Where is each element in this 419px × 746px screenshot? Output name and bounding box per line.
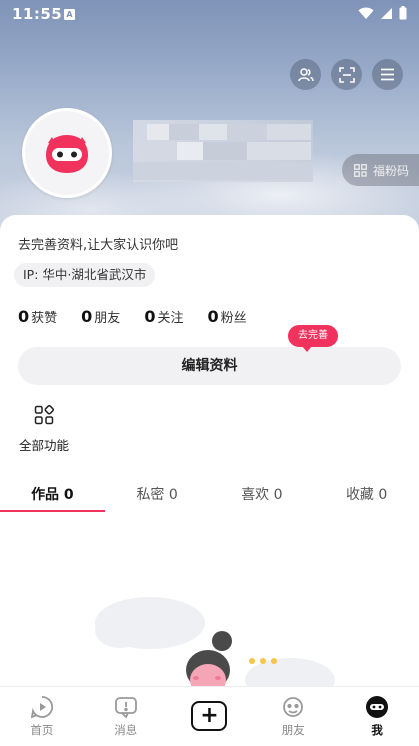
grid-apps-icon — [34, 405, 54, 425]
home-play-icon — [30, 696, 53, 719]
friends-icon — [297, 67, 314, 81]
scan-button[interactable] — [331, 59, 362, 90]
qr-chip-label: 福粉码 — [373, 163, 410, 178]
content-tabs: 作品 0 私密 0 喜欢 0 收藏 0 — [0, 483, 419, 513]
nav-me[interactable]: 我 — [335, 687, 419, 746]
nav-me-label: 我 — [371, 723, 383, 737]
nav-create[interactable]: + — [168, 687, 252, 746]
battery-icon — [399, 6, 407, 20]
scan-icon — [338, 66, 355, 83]
qr-code-chip[interactable]: 福粉码 — [342, 154, 419, 186]
menu-button[interactable] — [372, 59, 403, 90]
avatar[interactable] — [22, 108, 112, 198]
stat-likes[interactable]: 0 获赞 — [18, 307, 57, 326]
nav-home-label: 首页 — [30, 723, 54, 737]
bio-prompt[interactable]: 去完善资料,让大家认识你吧 — [18, 234, 178, 253]
plus-icon: + — [191, 701, 228, 731]
all-functions-label: 全部功能 — [18, 438, 69, 453]
status-time: 11:55 — [12, 5, 63, 23]
nav-friends[interactable]: 朋友 — [251, 687, 335, 746]
stat-fans[interactable]: 0 粉丝 — [207, 307, 246, 326]
stat-following[interactable]: 0 关注 — [144, 307, 183, 326]
tab-works[interactable]: 作品 0 — [0, 483, 105, 513]
qr-code-icon — [354, 163, 367, 177]
friends-icon — [283, 697, 304, 717]
bottom-navigation: 首页 消息 + 朋友 我 — [0, 686, 419, 746]
status-bar: 11:55 A — [0, 0, 419, 30]
complete-profile-bubble[interactable]: 去完善 — [288, 325, 338, 352]
me-icon — [366, 696, 389, 718]
nav-messages[interactable]: 消息 — [84, 687, 168, 746]
message-icon — [114, 697, 137, 719]
ip-location-chip: IP: 华中·湖北省武汉市 — [14, 263, 156, 287]
nav-messages-label: 消息 — [114, 723, 138, 737]
wifi-icon — [358, 7, 374, 19]
profile-card: 去完善资料,让大家认识你吧 IP: 华中·湖北省武汉市 0 获赞 0 朋友 0 关注 … — [0, 215, 419, 746]
nav-friends-label: 朋友 — [281, 723, 305, 737]
signal-icon — [381, 7, 392, 19]
tab-private[interactable]: 私密 0 — [105, 483, 210, 513]
stat-friends[interactable]: 0 朋友 — [81, 307, 120, 326]
empty-state-illustration — [95, 597, 335, 695]
all-functions-button[interactable]: 全部功能 — [14, 405, 74, 454]
edit-profile-button[interactable]: 编辑资料 — [18, 347, 401, 385]
blurred-username — [133, 120, 313, 182]
add-friend-button[interactable] — [290, 59, 321, 90]
tab-likes[interactable]: 喜欢 0 — [210, 483, 315, 513]
profile-stats: 0 获赞 0 朋友 0 关注 0 粉丝 — [18, 307, 271, 326]
notification-app-icon: A — [64, 9, 75, 20]
nav-home[interactable]: 首页 — [0, 687, 84, 746]
default-avatar-icon — [46, 135, 88, 173]
menu-icon — [381, 68, 394, 81]
active-tab-indicator — [0, 510, 105, 512]
tab-favorites[interactable]: 收藏 0 — [314, 483, 419, 513]
